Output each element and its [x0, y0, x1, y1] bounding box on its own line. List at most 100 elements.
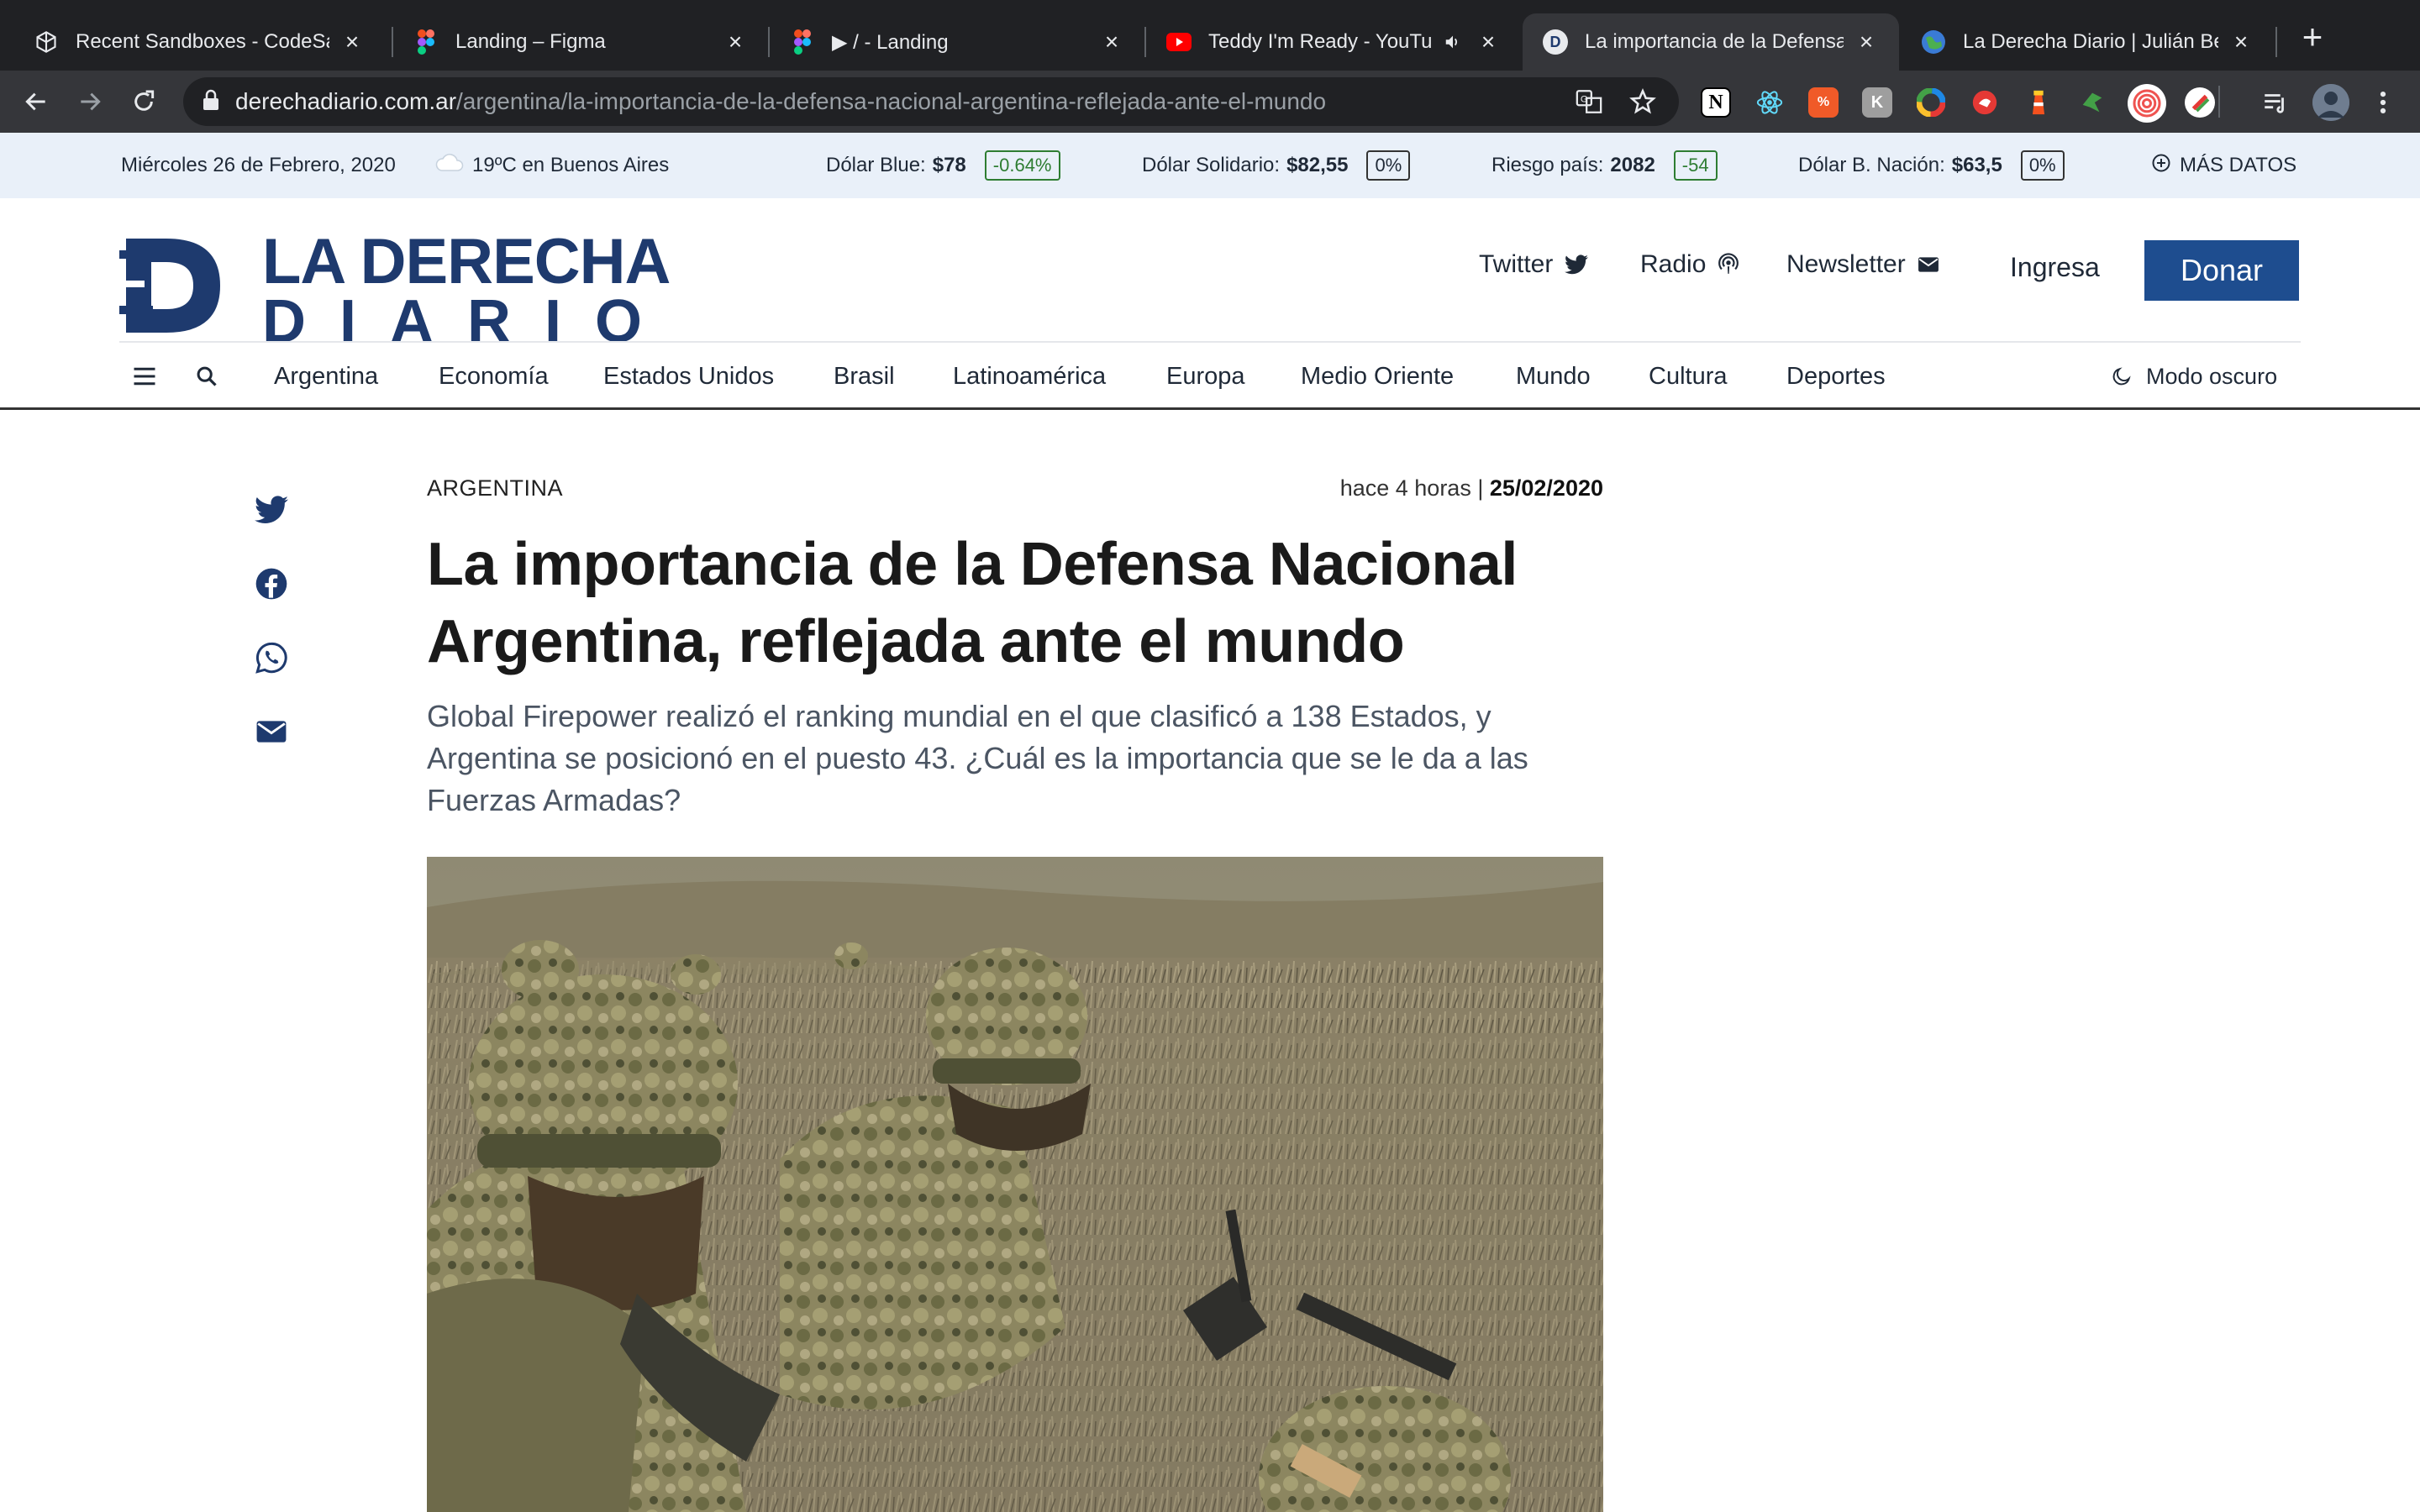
nav-item-europa[interactable]: Europa	[1166, 343, 1245, 410]
url-path: /argentina/la-importancia-de-la-defensa-…	[456, 88, 1327, 114]
ext-green-icon[interactable]	[2077, 87, 2107, 118]
dolar-nacion-value: $63,5	[1951, 154, 2002, 176]
forward-button[interactable]	[71, 82, 109, 121]
nav-item-mundo[interactable]: Mundo	[1516, 343, 1591, 410]
media-queue-icon[interactable]	[2260, 87, 2291, 118]
audio-playing-icon[interactable]	[1440, 29, 1465, 55]
nav-item-cultura[interactable]: Cultura	[1649, 343, 1728, 410]
tab-title: La importancia de la Defensa Nacional	[1585, 30, 1844, 53]
riesgo-pais: Riesgo país: 2082 -54	[1491, 133, 1718, 198]
close-tab-icon[interactable]: ×	[1854, 29, 1879, 55]
lighthouse-icon[interactable]	[2023, 87, 2054, 118]
current-date: Miércoles 26 de Febrero, 2020	[121, 154, 396, 176]
dolar-blue-change-badge: -0.64%	[984, 150, 1060, 181]
reload-button[interactable]	[124, 82, 163, 121]
logo-d-mark-icon	[119, 239, 220, 333]
bookmark-star-icon[interactable]	[1628, 87, 1657, 120]
browser-menu-icon[interactable]	[2368, 87, 2398, 118]
more-data-label: MÁS DATOS	[2180, 154, 2297, 176]
dolar-nacion: Dólar B. Nación: $63,5 0%	[1798, 133, 2065, 198]
nav-item-medio-oriente[interactable]: Medio Oriente	[1301, 343, 1454, 410]
dolar-nacion-label: Dólar B. Nación:	[1798, 154, 1945, 176]
nav-item-deportes[interactable]: Deportes	[1786, 343, 1886, 410]
close-tab-icon[interactable]: ×	[723, 29, 748, 55]
search-icon[interactable]	[192, 361, 222, 391]
notion-icon[interactable]: N	[1701, 87, 1731, 118]
article-date: 25/02/2020	[1489, 475, 1603, 501]
more-data-link[interactable]: MÁS DATOS	[2151, 133, 2296, 198]
nav-item-economia[interactable]: Economía	[439, 343, 549, 410]
dolar-blue-value: $78	[932, 154, 966, 176]
ext-orange-icon[interactable]: %	[1808, 87, 1839, 118]
tab-la-derecha-home[interactable]: La Derecha Diario | Julián Ben ×	[1901, 13, 2274, 71]
profile-avatar[interactable]	[2312, 84, 2349, 121]
dolar-solidario-value: $82,55	[1286, 154, 1349, 176]
nav-item-argentina[interactable]: Argentina	[274, 343, 378, 410]
nav-item-estados-unidos[interactable]: Estados Unidos	[603, 343, 774, 410]
site-header: LA DERECHA DIARIO Twitter Radio Newslett…	[0, 198, 2420, 355]
newsletter-link[interactable]: Newsletter	[1786, 250, 1939, 279]
tab-title: ▶ / - Landing	[832, 30, 949, 54]
donate-button[interactable]: Donar	[2144, 240, 2299, 301]
lock-icon[interactable]	[202, 89, 220, 115]
new-tab-button[interactable]: +	[2296, 19, 2329, 55]
twitter-link[interactable]: Twitter	[1479, 250, 1589, 279]
browser-toolbar: derechadiario.com.ar/argentina/la-import…	[0, 71, 2420, 133]
dolar-solidario: Dólar Solidario: $82,55 0%	[1142, 133, 1411, 198]
twitter-icon	[1565, 255, 1589, 275]
dolar-solidario-label: Dólar Solidario:	[1142, 154, 1281, 176]
close-tab-icon[interactable]: ×	[1476, 29, 1501, 55]
hamburger-menu-icon[interactable]	[129, 361, 160, 391]
tab-title: Landing – Figma	[455, 30, 606, 53]
color-wheel-icon[interactable]	[1916, 87, 1946, 118]
login-link[interactable]: Ingresa	[2010, 252, 2100, 283]
tab-figma-prototype[interactable]: ▶ / - Landing ×	[770, 13, 1144, 71]
ext-slash-icon[interactable]	[2185, 87, 2215, 118]
soldiers-photo	[427, 857, 1603, 1512]
market-info-bar: Miércoles 26 de Febrero, 2020 19ºC en Bu…	[0, 133, 2420, 198]
plus-circle-icon	[2151, 153, 2171, 179]
url-host: derechadiario.com.ar	[235, 88, 457, 114]
close-tab-icon[interactable]: ×	[2228, 29, 2254, 55]
translate-icon[interactable]: G	[1575, 87, 1603, 120]
close-tab-icon[interactable]: ×	[1099, 29, 1124, 55]
article-subtitle: Global Firepower realizó el ranking mund…	[427, 699, 1528, 817]
article-section-label[interactable]: ARGENTINA	[427, 475, 563, 501]
tab-youtube[interactable]: Teddy I'm Ready - YouTube ×	[1146, 13, 1521, 71]
browser-tab-bar: Recent Sandboxes - CodeSandbox × Landing…	[0, 0, 2420, 71]
figma-icon	[413, 29, 439, 55]
radio-link[interactable]: Radio	[1640, 250, 1739, 279]
dark-mode-label: Modo oscuro	[2146, 363, 2278, 389]
dark-mode-toggle[interactable]: Modo oscuro	[2111, 343, 2277, 410]
spiral-icon[interactable]	[2128, 84, 2166, 123]
article-title: La importancia de la Defensa Nacional Ar…	[427, 531, 1518, 675]
dolar-blue-label: Dólar Blue:	[826, 154, 926, 176]
mail-icon	[1918, 257, 1939, 272]
share-twitter-icon[interactable]	[254, 492, 289, 528]
nav-item-brasil[interactable]: Brasil	[834, 343, 895, 410]
radio-link-label: Radio	[1640, 250, 1707, 278]
youtube-icon	[1166, 29, 1192, 55]
laderecha-icon: D	[1543, 29, 1568, 55]
ext-red-icon[interactable]	[1970, 87, 2000, 118]
tab-codesandbox[interactable]: Recent Sandboxes - CodeSandbox ×	[13, 13, 385, 71]
dolar-solidario-change-badge: 0%	[1366, 150, 1411, 181]
tab-figma-landing[interactable]: Landing – Figma ×	[393, 13, 768, 71]
react-devtools-icon[interactable]	[1754, 87, 1785, 118]
tab-la-derecha-article[interactable]: D La importancia de la Defensa Nacional …	[1523, 13, 1899, 71]
tab-separator	[2275, 27, 2277, 57]
riesgo-change-badge: -54	[1673, 150, 1718, 181]
twitter-link-label: Twitter	[1479, 250, 1554, 278]
tab-title: La Derecha Diario | Julián Ben	[1963, 30, 2218, 53]
nav-item-latinoamerica[interactable]: Latinoamérica	[953, 343, 1106, 410]
share-facebook-icon[interactable]	[254, 566, 289, 601]
close-tab-icon[interactable]: ×	[339, 29, 365, 55]
address-bar[interactable]: derechadiario.com.ar/argentina/la-import…	[183, 77, 1679, 126]
share-whatsapp-icon[interactable]	[254, 640, 289, 675]
back-button[interactable]	[17, 82, 55, 121]
ext-grey-icon[interactable]: K	[1862, 87, 1892, 118]
dolar-blue: Dólar Blue: $78 -0.64%	[826, 133, 1060, 198]
share-email-icon[interactable]	[254, 714, 289, 749]
figma-icon	[790, 29, 815, 55]
svg-text:G: G	[1581, 95, 1588, 105]
